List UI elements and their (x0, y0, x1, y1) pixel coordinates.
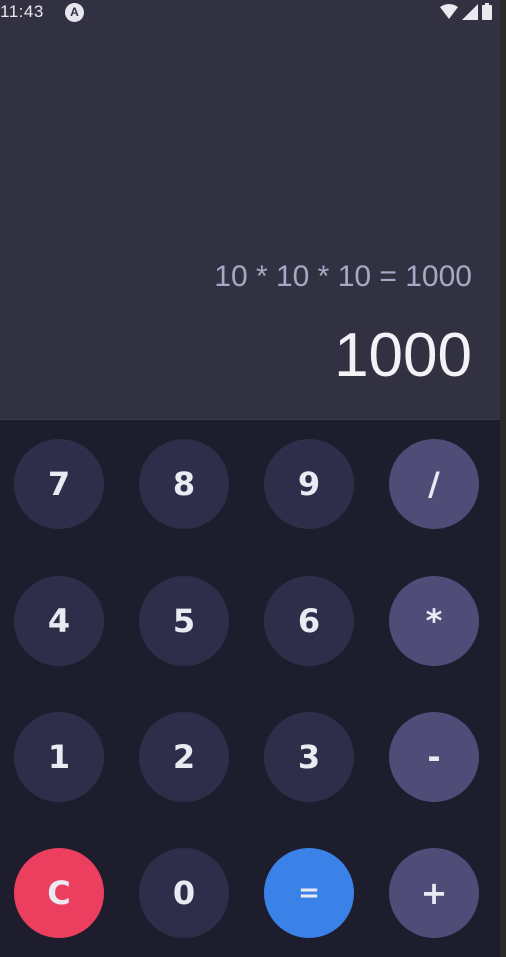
key-7[interactable]: 7 (14, 439, 104, 529)
wifi-icon (440, 3, 458, 19)
clear-button[interactable]: C (14, 848, 104, 938)
expression-text: 10 * 10 * 10 = 1000 (214, 260, 472, 293)
multiply-button[interactable]: * (389, 576, 479, 666)
key-6[interactable]: 6 (264, 576, 354, 666)
key-4[interactable]: 4 (14, 576, 104, 666)
result-text: 1000 (334, 321, 472, 390)
signal-icon (462, 3, 478, 20)
key-5[interactable]: 5 (139, 576, 229, 666)
calculator-screen: 11:43 A 10 * 10 * 10 = 1000 1000 7 8 9 /… (0, 0, 500, 957)
battery-icon (482, 3, 492, 20)
key-9[interactable]: 9 (264, 439, 354, 529)
add-button[interactable]: + (389, 848, 479, 938)
display-panel: 11:43 A 10 * 10 * 10 = 1000 1000 (0, 0, 500, 420)
key-2[interactable]: 2 (139, 712, 229, 802)
key-3[interactable]: 3 (264, 712, 354, 802)
key-0[interactable]: 0 (139, 848, 229, 938)
divide-button[interactable]: / (389, 439, 479, 529)
key-8[interactable]: 8 (139, 439, 229, 529)
status-time: 11:43 (0, 2, 44, 21)
app-notification-icon: A (65, 3, 84, 22)
status-bar: 11:43 A (0, 0, 500, 24)
subtract-button[interactable]: - (389, 712, 479, 802)
status-icons (440, 3, 492, 20)
equals-button[interactable]: = (264, 848, 354, 938)
key-1[interactable]: 1 (14, 712, 104, 802)
window-edge (500, 0, 506, 957)
